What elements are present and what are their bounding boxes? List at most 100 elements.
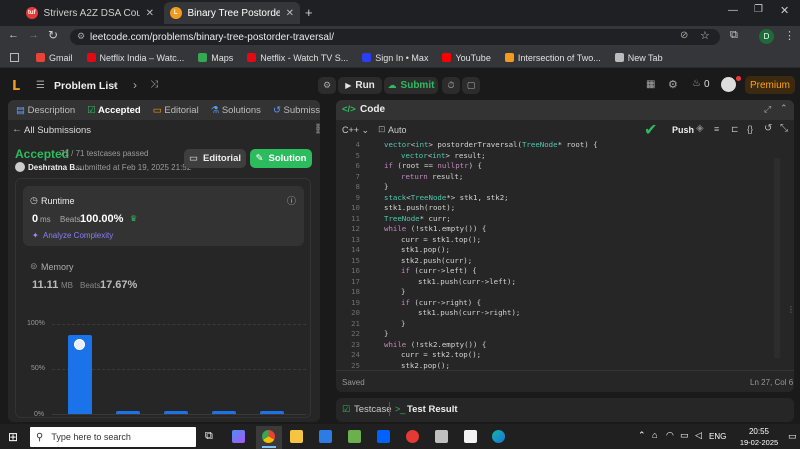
panel-splitter[interactable] xyxy=(326,100,330,422)
taskbar-search[interactable]: ⚲ Type here to search xyxy=(30,427,196,447)
maximize-icon[interactable]: ⤢ xyxy=(764,104,771,115)
bookmark-max[interactable]: Sign In • Max xyxy=(362,53,428,63)
editorial-button[interactable]: ▭ Editorial xyxy=(184,149,246,168)
minimize-icon[interactable]: — xyxy=(728,5,738,16)
extensions-icon[interactable]: ⧉ xyxy=(730,29,738,42)
distribution-bar[interactable] xyxy=(116,411,140,414)
wifi-icon[interactable]: ◠ xyxy=(666,430,674,441)
info-icon[interactable]: ⓘ xyxy=(287,194,296,207)
submitter-name[interactable]: Deshratna B... xyxy=(28,163,82,172)
distribution-bar[interactable] xyxy=(212,411,236,414)
eye-off-icon[interactable]: ⊘ xyxy=(680,30,688,41)
leetcode-logo-icon[interactable]: ᒪ xyxy=(12,78,20,94)
solution-button[interactable]: ✎ Solution xyxy=(250,149,312,168)
bookmark-youtube[interactable]: YouTube xyxy=(442,53,491,63)
github-icon[interactable]: ◈ xyxy=(696,123,704,134)
shuffle-icon[interactable]: ⤨ xyxy=(150,79,158,90)
task-view-icon[interactable]: ⧉ xyxy=(205,430,213,443)
volume-icon[interactable]: ◁ xyxy=(695,430,702,441)
app-icon[interactable] xyxy=(348,430,361,443)
file-explorer-icon[interactable] xyxy=(290,430,303,443)
profile-avatar[interactable]: D xyxy=(759,29,774,44)
back-arrow-icon[interactable]: ← xyxy=(12,124,22,135)
braces-icon[interactable]: {} xyxy=(747,124,753,134)
bookmark-intersection[interactable]: Intersection of Two... xyxy=(504,53,601,63)
format-lines-icon[interactable]: ≡ xyxy=(714,124,719,134)
reset-icon[interactable]: ↺ xyxy=(764,123,772,134)
new-tab-icon[interactable]: + xyxy=(305,5,313,20)
tab-editorial[interactable]: ▭ Editorial xyxy=(153,105,199,116)
timer-icon[interactable]: ⏱ xyxy=(442,77,460,94)
bookmark-label: Maps xyxy=(211,52,234,63)
submit-button[interactable]: ☁ Submit xyxy=(384,77,438,94)
code-editor[interactable]: 4 vector<int> postorderTraversal(TreeNode… xyxy=(336,138,794,370)
bookmark-star-icon[interactable]: ☆ xyxy=(700,29,710,42)
tab-description[interactable]: ▤ Description xyxy=(16,105,75,116)
bookmark-gmail[interactable]: Gmail xyxy=(36,53,73,63)
forward-icon[interactable]: → xyxy=(28,29,39,41)
debug-icon[interactable]: ⚙ xyxy=(318,77,336,94)
close-tab-icon[interactable]: ✕ xyxy=(146,8,154,19)
copilot-icon[interactable] xyxy=(232,430,245,443)
notepad-icon[interactable] xyxy=(464,430,477,443)
layout-grid-icon[interactable]: ▦ xyxy=(646,79,655,90)
bookmark-netflix-india[interactable]: Netflix India – Watc... xyxy=(86,53,184,63)
settings-gear-icon[interactable]: ⚙ xyxy=(668,78,678,91)
analyze-complexity-link[interactable]: Analyze Complexity xyxy=(43,231,113,240)
bookmark-maps[interactable]: Maps xyxy=(198,53,233,63)
resize-handle-icon[interactable]: ⋮ xyxy=(787,305,794,314)
bookmark-netflix[interactable]: Netflix - Watch TV S... xyxy=(247,53,348,63)
fullscreen-icon[interactable]: ⤡ xyxy=(780,123,788,134)
clock-date[interactable]: 19-02-2025 xyxy=(731,438,787,447)
auto-mode[interactable]: Auto xyxy=(388,125,407,135)
bookmark-icon[interactable]: ⊏ xyxy=(731,124,739,135)
network-icon[interactable]: ⌂ xyxy=(652,430,657,440)
battery-icon[interactable]: ▭ xyxy=(680,430,689,441)
share-link-icon[interactable]: ⛓ xyxy=(314,124,320,135)
browser-tab-strivers[interactable]: tuf Strivers A2Z DSA Course/Sheet ✕ xyxy=(20,2,160,24)
edge-icon[interactable] xyxy=(492,430,505,443)
url-bar[interactable]: ⚙ leetcode.com/problems/binary-tree-post… xyxy=(70,29,720,45)
prev-problem-icon[interactable]: ‹ xyxy=(113,78,117,92)
distribution-bar[interactable] xyxy=(260,411,284,414)
browser-menu-icon[interactable]: ⋮ xyxy=(784,29,795,42)
notes-icon[interactable]: ▢ xyxy=(462,77,480,94)
tab-submissions[interactable]: ↺ Submissions xyxy=(273,105,320,116)
distribution-bar[interactable] xyxy=(164,411,188,414)
close-tab-icon[interactable]: ✕ xyxy=(286,8,294,19)
editor-scrollbar[interactable] xyxy=(774,158,780,358)
run-button[interactable]: ▶ Run xyxy=(338,77,382,94)
apps-grid-icon[interactable] xyxy=(10,53,19,62)
problem-list-icon[interactable]: ☰ xyxy=(36,80,45,91)
reload-icon[interactable]: ↻ xyxy=(48,28,58,42)
notifications-icon[interactable]: ▭ xyxy=(788,431,797,442)
tray-chevron-icon[interactable]: ⌃ xyxy=(638,430,646,441)
windows-start-icon[interactable]: ⊞ xyxy=(8,430,18,444)
power-app-icon[interactable] xyxy=(406,430,419,443)
tab-test-result[interactable]: Test Result xyxy=(407,404,458,415)
problem-list-link[interactable]: Problem List xyxy=(54,80,118,92)
streak-fire-icon[interactable]: ♨ xyxy=(692,78,701,89)
back-icon[interactable]: ← xyxy=(8,29,19,41)
user-avatar[interactable] xyxy=(721,77,736,92)
close-window-icon[interactable]: ✕ xyxy=(780,4,789,17)
language-selector[interactable]: C++ ⌄ xyxy=(342,125,369,136)
chrome-icon[interactable] xyxy=(262,430,275,443)
push-button[interactable]: Push xyxy=(672,125,694,135)
tab-testcase[interactable]: Testcase xyxy=(354,404,392,415)
clock-time[interactable]: 20:55 xyxy=(739,427,779,436)
restore-icon[interactable]: ❐ xyxy=(754,4,763,15)
all-submissions-link[interactable]: All Submissions xyxy=(24,125,91,136)
ms-store-icon[interactable] xyxy=(319,430,332,443)
browser-tab-leetcode[interactable]: L Binary Tree Postorder Traversal ✕ xyxy=(164,2,300,24)
language-indicator[interactable]: ENG xyxy=(709,432,726,441)
dropbox-icon[interactable] xyxy=(377,430,390,443)
next-problem-icon[interactable]: › xyxy=(133,78,137,92)
tab-solutions[interactable]: ⚗ Solutions xyxy=(211,105,261,116)
bookmark-new-tab[interactable]: New Tab xyxy=(614,53,663,63)
app-icon[interactable] xyxy=(435,430,448,443)
tab-accepted[interactable]: ☑ Accepted xyxy=(87,105,141,116)
site-info-icon[interactable]: ⚙ xyxy=(77,31,85,42)
premium-button[interactable]: Premium xyxy=(745,76,795,94)
collapse-icon[interactable]: ⌃ xyxy=(780,103,788,114)
